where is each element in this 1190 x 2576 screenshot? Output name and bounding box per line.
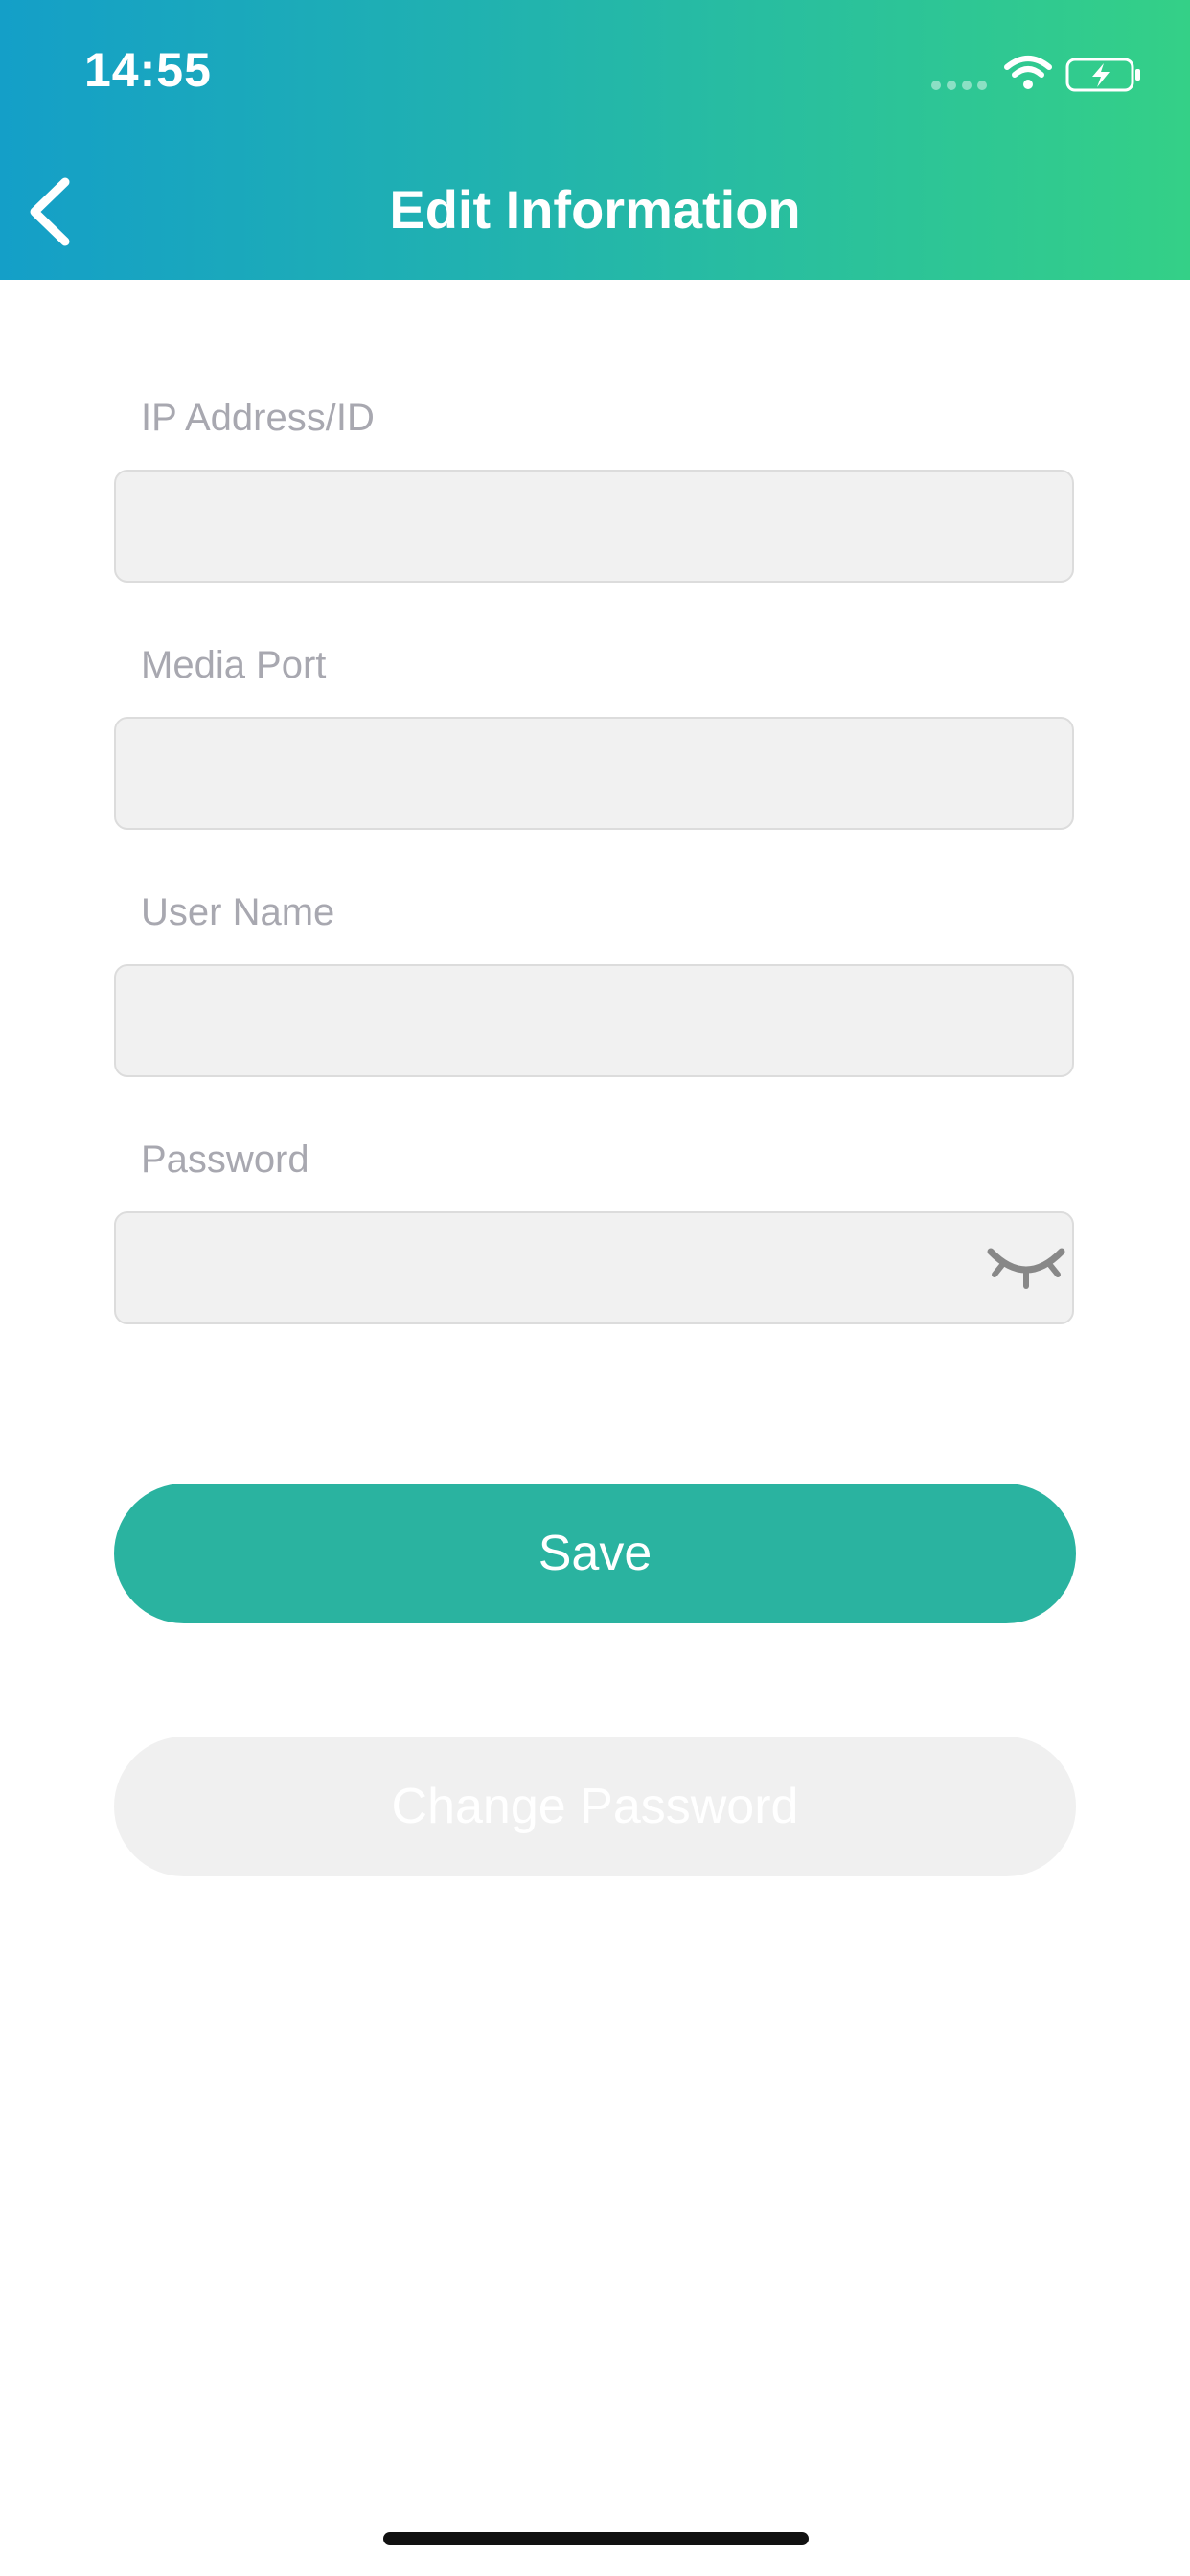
- ip-address-input[interactable]: [114, 470, 1074, 583]
- edit-information-screen: 14:55 Edit Information IP Address/ID Med…: [0, 0, 1190, 2576]
- status-time: 14:55: [84, 43, 212, 97]
- wifi-icon: [1004, 56, 1052, 89]
- user-name-input[interactable]: [114, 964, 1074, 1077]
- eye-closed-icon: [987, 1248, 1065, 1289]
- ip-address-label: IP Address/ID: [141, 397, 375, 439]
- password-input[interactable]: [114, 1211, 1074, 1324]
- password-visibility-toggle[interactable]: [983, 1242, 1069, 1296]
- battery-charging-icon: [1065, 58, 1140, 92]
- header-bar: 14:55 Edit Information: [0, 0, 1190, 280]
- save-button[interactable]: Save: [114, 1484, 1076, 1623]
- cellular-signal-icon: [931, 80, 987, 90]
- user-name-label: User Name: [141, 891, 335, 933]
- media-port-label: Media Port: [141, 644, 327, 686]
- page-title: Edit Information: [389, 179, 801, 240]
- password-label: Password: [141, 1138, 309, 1181]
- media-port-input[interactable]: [114, 717, 1074, 830]
- home-indicator: [383, 2532, 809, 2545]
- change-password-button[interactable]: Change Password: [114, 1736, 1076, 1876]
